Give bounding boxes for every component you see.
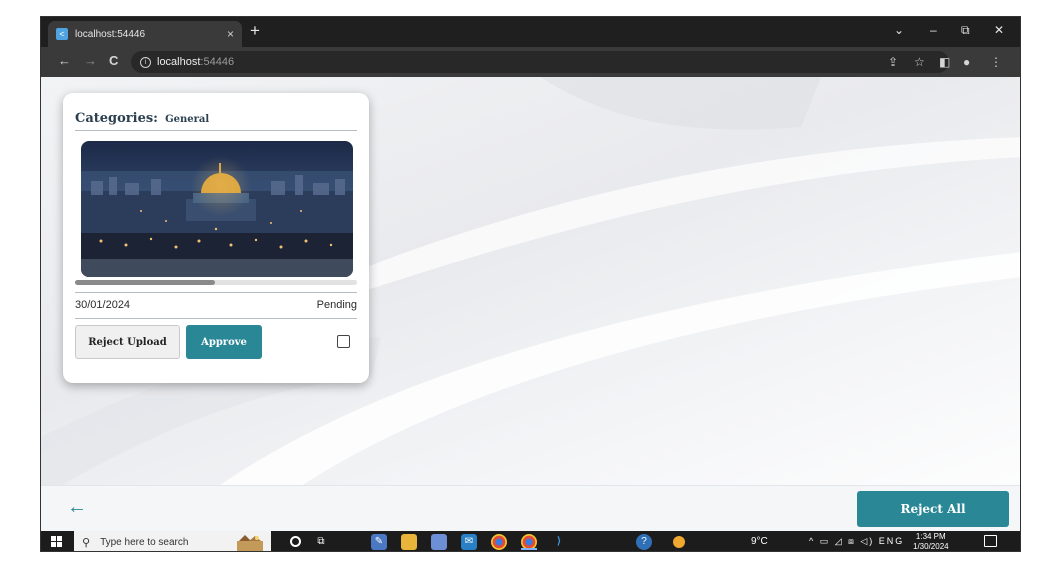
address-bar[interactable]: i localhost :54446 <box>131 51 949 73</box>
restore-icon[interactable]: ⧉ <box>961 23 970 38</box>
back-arrow-icon[interactable]: ← <box>67 496 87 519</box>
upload-card: Categories: General 30/01/2024 Pending R… <box>63 93 369 383</box>
page-content: Categories: General 30/01/2024 Pending R… <box>41 77 1020 531</box>
share-icon[interactable]: ⇪ <box>888 55 898 69</box>
taskbar-search-box[interactable]: ⚲ Type here to search <box>74 531 271 551</box>
clock-date: 1/30/2024 <box>913 542 949 551</box>
browser-tab-strip: < localhost:54446 × + ⌄ – ⧉ ✕ <box>41 17 1020 47</box>
forward-icon[interactable]: → <box>84 53 97 68</box>
vscode-icon[interactable]: ⟩ <box>551 534 567 550</box>
help-icon[interactable]: ? <box>636 534 652 550</box>
reject-all-button[interactable]: Reject All <box>857 491 1009 527</box>
system-tray[interactable]: ^ ▭ ◿ ⧈ ◁) ENG <box>809 536 904 547</box>
notification-icon[interactable] <box>984 535 997 547</box>
task-view-icon[interactable]: ⧉ <box>313 534 329 550</box>
weather-icon <box>673 536 685 548</box>
windows-taskbar: ⚲ Type here to search ⧉ ✎ ✉ ⟩ ? 9°C ^ ▭ … <box>41 531 1020 551</box>
image-scrollbar[interactable] <box>75 280 357 285</box>
chrome-active-icon[interactable] <box>521 534 537 550</box>
tab-favicon-icon: < <box>56 28 68 40</box>
upload-date: 30/01/2024 <box>75 299 131 311</box>
menu-icon[interactable]: ⋮ <box>990 55 1002 69</box>
page-footer: ← Reject All <box>41 485 1020 531</box>
select-checkbox[interactable] <box>337 335 350 348</box>
scrollbar-thumb[interactable] <box>75 280 215 285</box>
approve-button[interactable]: Approve <box>186 325 262 359</box>
url-port: :54446 <box>200 56 235 68</box>
cortana-icon[interactable] <box>290 536 301 547</box>
reload-icon[interactable]: C <box>109 53 118 68</box>
taskbar-clock[interactable]: 1:34 PM 1/30/2024 <box>913 532 949 551</box>
category-label: Categories: <box>75 111 158 126</box>
browser-toolbar: ← → C i localhost :54446 ⇪ ☆ ◧ ● ⋮ <box>41 47 1020 77</box>
profile-icon[interactable]: ● <box>963 55 970 69</box>
divider <box>75 292 357 293</box>
browser-tab[interactable]: < localhost:54446 × <box>48 21 242 47</box>
mail-icon[interactable]: ✉ <box>461 534 477 550</box>
tab-search-dropdown-icon[interactable]: ⌄ <box>894 23 904 37</box>
upload-photo-image[interactable] <box>81 141 353 277</box>
search-icon: ⚲ <box>82 535 91 549</box>
status-text: Pending <box>316 299 357 311</box>
info-icon[interactable]: i <box>140 56 151 68</box>
screen-frame: < localhost:54446 × + ⌄ – ⧉ ✕ ← → C i lo… <box>40 16 1021 552</box>
url-host: localhost <box>157 56 201 68</box>
bookmark-star-icon[interactable]: ☆ <box>914 55 925 69</box>
tab-title: localhost:54446 <box>75 28 146 40</box>
paint-app-icon[interactable] <box>431 534 447 550</box>
search-highlight-image <box>237 535 263 551</box>
divider <box>75 130 357 131</box>
windows-start-icon[interactable] <box>51 536 62 547</box>
new-tab-icon[interactable]: + <box>250 21 260 41</box>
reject-upload-button[interactable]: Reject Upload <box>75 325 180 359</box>
category-value: General <box>165 114 210 125</box>
close-window-icon[interactable]: ✕ <box>994 23 1004 37</box>
close-tab-icon[interactable]: × <box>227 27 234 41</box>
back-icon[interactable]: ← <box>58 53 71 68</box>
chrome-icon[interactable] <box>491 534 507 550</box>
minimize-icon[interactable]: – <box>930 23 937 37</box>
pen-app-icon[interactable]: ✎ <box>371 534 387 550</box>
side-panel-icon[interactable]: ◧ <box>939 55 950 69</box>
card-header: Categories: General <box>75 107 209 126</box>
search-placeholder: Type here to search <box>100 536 189 548</box>
clock-time: 1:34 PM <box>915 532 946 541</box>
file-explorer-icon[interactable] <box>401 534 417 550</box>
weather-temperature[interactable]: 9°C <box>751 536 768 547</box>
divider <box>75 318 357 319</box>
